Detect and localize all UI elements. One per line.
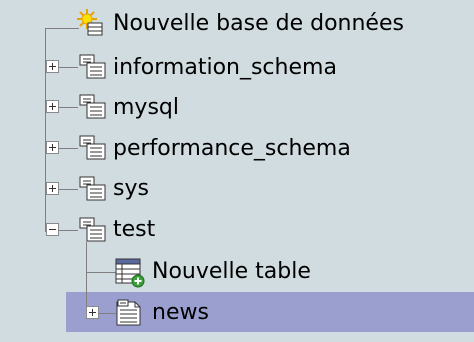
- new-database-icon[interactable]: [76, 8, 108, 40]
- branch-line: [58, 189, 78, 190]
- database-icon[interactable]: [78, 53, 108, 81]
- expand-sys-button[interactable]: [46, 182, 59, 195]
- new-table-icon[interactable]: [114, 257, 148, 289]
- database-information-schema[interactable]: information_schema: [113, 55, 337, 81]
- expand-news-button[interactable]: [86, 306, 99, 319]
- branch-line: [86, 272, 116, 273]
- database-mysql[interactable]: mysql: [113, 95, 179, 121]
- new-table-link[interactable]: Nouvelle table: [152, 259, 311, 285]
- expand-mysql-button[interactable]: [46, 100, 59, 113]
- table-icon[interactable]: [114, 298, 144, 328]
- branch-line: [58, 107, 78, 108]
- expand-performance-schema-button[interactable]: [46, 141, 59, 154]
- tree-trunk-line: [45, 28, 46, 232]
- database-icon[interactable]: [78, 93, 108, 121]
- database-icon[interactable]: [78, 216, 108, 244]
- database-icon[interactable]: [78, 175, 108, 203]
- expand-information-schema-button[interactable]: [46, 60, 59, 73]
- database-performance-schema[interactable]: performance_schema: [113, 136, 351, 162]
- navigation-tree: Nouvelle base de données information_sch…: [0, 0, 474, 342]
- branch-line: [58, 148, 78, 149]
- branch-line: [58, 67, 78, 68]
- database-icon[interactable]: [78, 134, 108, 162]
- collapse-test-button[interactable]: [46, 223, 59, 236]
- database-test[interactable]: test: [113, 217, 155, 243]
- branch-line: [45, 28, 79, 29]
- branch-line: [58, 230, 78, 231]
- new-database-link[interactable]: Nouvelle base de données: [113, 11, 404, 37]
- subtree-trunk-line: [86, 242, 87, 313]
- table-news[interactable]: news: [152, 300, 209, 326]
- database-sys[interactable]: sys: [113, 176, 149, 202]
